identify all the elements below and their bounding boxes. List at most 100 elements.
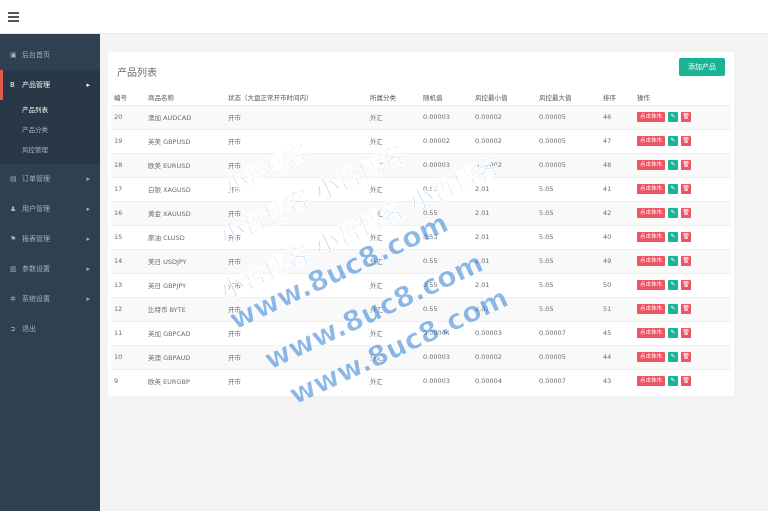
table-cell: 开市 <box>225 224 367 249</box>
trash-icon[interactable]: 🗑 <box>681 328 692 338</box>
table-cell: 外汇 <box>367 152 420 177</box>
sidebar-item-home[interactable]: ▣ 后台首页 <box>0 40 100 70</box>
submenu-item-product-category[interactable]: 产品分类 <box>0 120 100 140</box>
sidebar-item-logout[interactable]: ➲ 退出 <box>0 314 100 344</box>
user-icon: ♟ <box>10 205 17 213</box>
table-cell: 48 <box>600 152 634 177</box>
table-cell: 19 <box>111 128 145 153</box>
close-market-button[interactable]: 点击休市 <box>637 376 666 387</box>
top-bar <box>0 0 768 34</box>
table-cell: 0.00005 <box>536 152 600 177</box>
table-cell: 英澳 GBPAUD <box>145 344 225 369</box>
trash-icon[interactable]: 🗑 <box>681 160 692 170</box>
edit-icon[interactable]: ✎ <box>668 184 679 194</box>
close-market-button[interactable]: 点击休市 <box>637 280 666 290</box>
trash-icon[interactable]: 🗑 <box>681 376 692 387</box>
sidebar-item-label: 系统设置 <box>22 295 50 303</box>
close-market-button[interactable]: 点击休市 <box>637 136 666 146</box>
close-market-button[interactable]: 点击休市 <box>637 208 666 218</box>
edit-icon[interactable]: ✎ <box>668 328 679 338</box>
sidebar-item-reports[interactable]: ⚑ 报表管理 ▸ <box>0 224 100 254</box>
column-header: 状态（大盘正常开市时间内） <box>225 90 367 106</box>
column-header: 风控最大值 <box>536 90 600 106</box>
table-cell: 13 <box>111 272 145 297</box>
table-cell: 0.00003 <box>420 104 472 129</box>
actions-cell: 点击休市 ✎ 🗑 <box>634 128 731 153</box>
edit-icon[interactable]: ✎ <box>668 208 679 218</box>
close-market-button[interactable]: 点击休市 <box>637 328 666 338</box>
edit-icon[interactable]: ✎ <box>668 112 679 122</box>
submenu-item-risk-control[interactable]: 风控管理 <box>0 140 100 160</box>
trash-icon[interactable]: 🗑 <box>681 112 692 122</box>
table-cell: 开市 <box>225 368 367 393</box>
table-row: 19 英美 GBPUSD 开市 外汇 0.00002 0.00002 0.00005 47 点击… <box>111 128 731 153</box>
sidebar-item-system[interactable]: ✲ 系统设置 ▸ <box>0 284 100 314</box>
table-cell: 49 <box>600 248 634 273</box>
edit-icon[interactable]: ✎ <box>668 304 679 314</box>
sidebar-item-label: 用户管理 <box>22 205 50 213</box>
sidebar-item-params[interactable]: ▥ 参数设置 ▸ <box>0 254 100 284</box>
close-market-button[interactable]: 点击休市 <box>637 160 666 170</box>
table-cell: 17 <box>111 176 145 201</box>
actions-cell: 点击休市 ✎ 🗑 <box>634 296 731 321</box>
add-product-button[interactable]: 添加产品 <box>679 58 725 76</box>
trash-icon[interactable]: 🗑 <box>681 136 692 146</box>
home-icon: ▣ <box>10 51 17 59</box>
table-cell: 英加 GBPCAD <box>145 320 225 345</box>
close-market-button[interactable]: 点击休市 <box>637 256 666 266</box>
table-row: 20 澳加 AUDCAD 开市 外汇 0.00003 0.00002 0.00005 46 点击… <box>111 104 731 129</box>
edit-icon[interactable]: ✎ <box>668 136 679 146</box>
menu-toggle-icon[interactable] <box>8 12 19 22</box>
table-cell: 原油 CLUSD <box>145 224 225 249</box>
table-row: 9 欧英 EURGBP 开市 外汇 0.00003 0.00004 0.00007 43 点击休… <box>111 368 731 393</box>
table-cell: 欧英 EURGBP <box>145 368 225 393</box>
trash-icon[interactable]: 🗑 <box>681 256 692 266</box>
sidebar-item-users[interactable]: ♟ 用户管理 ▸ <box>0 194 100 224</box>
close-market-button[interactable]: 点击休市 <box>637 184 666 194</box>
table-row: 17 白银 XAGUSD 开市 外汇 0.55 2.01 5.05 41 点击休市 ✎ 🗑 <box>111 176 731 201</box>
table-cell: 12 <box>111 296 145 321</box>
trash-icon[interactable]: 🗑 <box>681 304 692 314</box>
edit-icon[interactable]: ✎ <box>668 376 679 387</box>
table-cell: 40 <box>600 224 634 249</box>
table-cell: 0.00003 <box>420 344 472 369</box>
submenu-item-product-list[interactable]: 产品列表 <box>0 100 100 120</box>
close-market-button[interactable]: 点击休市 <box>637 232 666 242</box>
table-cell: 0.00002 <box>420 128 472 153</box>
table-cell: 0.00005 <box>536 128 600 153</box>
edit-icon[interactable]: ✎ <box>668 256 679 266</box>
logout-icon: ➲ <box>10 325 16 333</box>
edit-icon[interactable]: ✎ <box>668 280 679 290</box>
table-row: 16 黄金 XAUUSD 开市 外汇 0.55 2.01 5.05 42 点击休市 ✎ 🗑 <box>111 200 731 225</box>
chevron-right-icon: ▸ <box>86 265 90 273</box>
edit-icon[interactable]: ✎ <box>668 160 679 170</box>
actions-cell: 点击休市 ✎ 🗑 <box>634 368 731 393</box>
sidebar-item-products[interactable]: B 产品管理 ▸ <box>0 70 100 100</box>
trash-icon[interactable]: 🗑 <box>681 352 692 362</box>
column-header: 商品名称 <box>145 90 225 106</box>
table-cell: 41 <box>600 176 634 201</box>
actions-cell: 点击休市 ✎ 🗑 <box>634 176 731 201</box>
table-cell: 外汇 <box>367 128 420 153</box>
table-cell: 英美 GBPUSD <box>145 128 225 153</box>
table-cell: 18 <box>111 152 145 177</box>
table-cell: 0.55 <box>420 224 472 249</box>
sidebar-item-orders[interactable]: ▤ 订单管理 ▸ <box>0 164 100 194</box>
actions-cell: 点击休市 ✎ 🗑 <box>634 320 731 345</box>
close-market-button[interactable]: 点击休市 <box>637 112 666 122</box>
table-cell: 43 <box>600 368 634 393</box>
close-market-button[interactable]: 点击休市 <box>637 352 666 362</box>
edit-icon[interactable]: ✎ <box>668 232 679 242</box>
edit-icon[interactable]: ✎ <box>668 352 679 362</box>
sidebar-item-label: 报表管理 <box>22 235 50 243</box>
close-market-button[interactable]: 点击休市 <box>637 304 666 314</box>
table-cell: 外汇 <box>367 104 420 129</box>
table-cell: 0.00007 <box>536 368 600 393</box>
chevron-right-icon: ▸ <box>86 235 90 243</box>
trash-icon[interactable]: 🗑 <box>681 232 692 242</box>
trash-icon[interactable]: 🗑 <box>681 280 692 290</box>
trash-icon[interactable]: 🗑 <box>681 184 692 194</box>
table-cell: 0.55 <box>420 176 472 201</box>
table-cell: 外汇 <box>367 224 420 249</box>
trash-icon[interactable]: 🗑 <box>681 208 692 218</box>
